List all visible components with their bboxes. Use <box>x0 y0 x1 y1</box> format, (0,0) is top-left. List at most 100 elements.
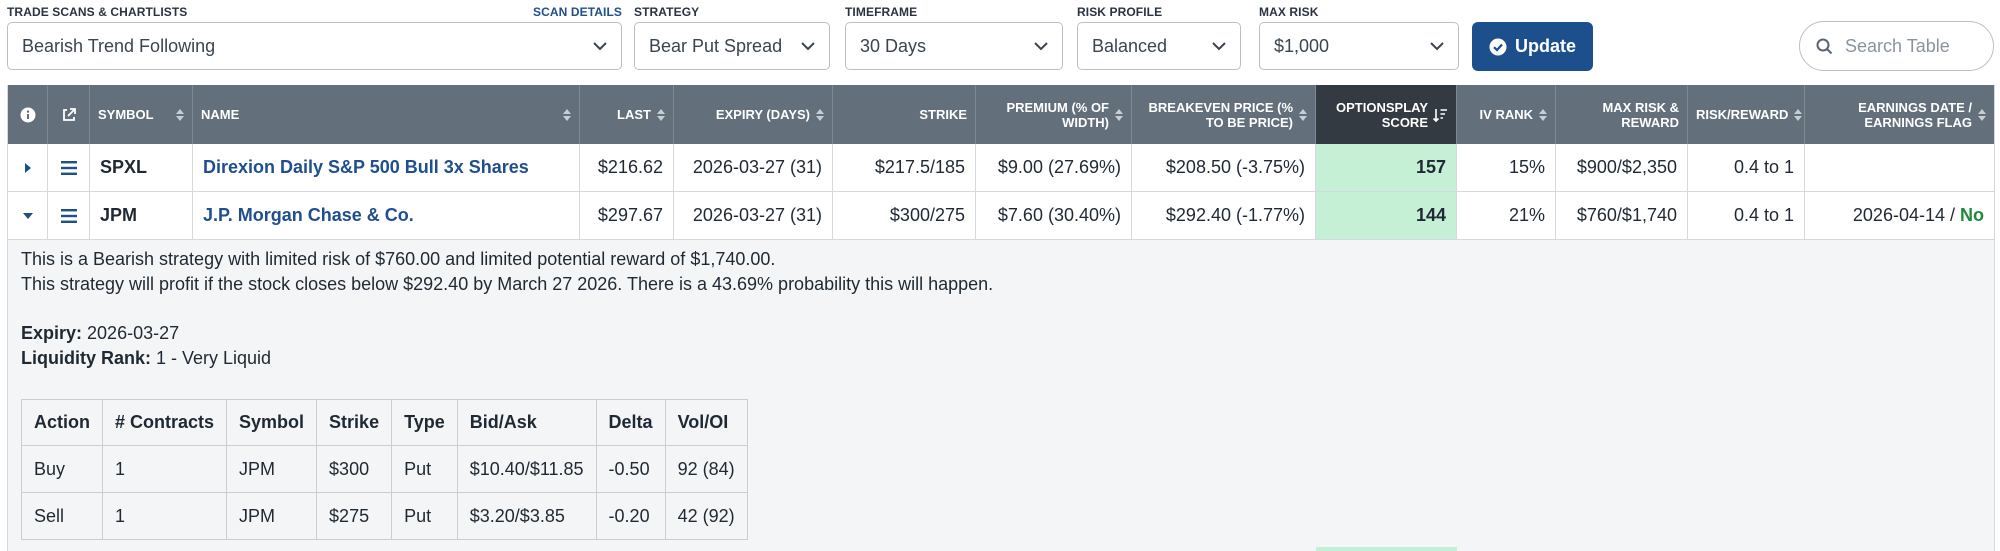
sort-icon <box>1299 108 1307 121</box>
risk-reward-cell: 0.4 to 1 <box>1688 144 1805 191</box>
strategy-filter: Strategy Bear Put Spread <box>634 4 830 70</box>
menu-icon[interactable] <box>48 144 90 191</box>
strike-cell: $217.5/185 <box>833 144 976 191</box>
leg-action: Sell <box>21 492 103 540</box>
risk-reward-cell: 0.4 to 1 <box>1688 192 1805 239</box>
legs-col-type: Type <box>391 399 458 446</box>
symbol-cell: JPM <box>90 192 193 239</box>
last-cell: $297.67 <box>580 192 674 239</box>
expiry-info-label: Expiry: <box>21 323 83 343</box>
premium-cell: $7.60 (30.40%) <box>976 192 1132 239</box>
col-last-label: Last <box>617 107 651 122</box>
chevron-down-icon <box>593 42 607 51</box>
timeframe-value: 30 Days <box>860 35 927 56</box>
results-table: Symbol Name Last Expiry (Days) Strike Pr… <box>7 85 1995 551</box>
sort-icon <box>563 108 571 121</box>
col-risk-reward-label: Risk/Reward <box>1696 107 1789 122</box>
update-button[interactable]: Update <box>1472 22 1593 71</box>
table-row[interactable]: JPM J.P. Morgan Chase & Co. $297.67 2026… <box>8 192 1994 240</box>
name-link[interactable]: Direxion Daily S&P 500 Bull 3x Shares <box>203 157 529 178</box>
breakeven-cell: $208.50 (-3.75%) <box>1132 144 1316 191</box>
col-premium[interactable]: Premium (% of Width) <box>976 85 1132 144</box>
leg-type: Put <box>391 445 458 493</box>
strategy-value: Bear Put Spread <box>649 35 783 56</box>
strategy-summary-line-1: This is a Bearish strategy with limited … <box>21 249 776 269</box>
col-earnings[interactable]: Earnings Date / Earnings Flag <box>1805 85 1994 144</box>
max-risk-filter: Max Risk $1,000 <box>1259 4 1459 70</box>
scan-label: Trade Scans & Chartlists <box>7 5 188 19</box>
col-strike-label: Strike <box>919 107 967 122</box>
col-breakeven[interactable]: Breakeven Price (% to be Price) <box>1132 85 1316 144</box>
chevron-down-icon <box>1430 42 1444 51</box>
legs-header-row: Action # Contracts Symbol Strike Type Bi… <box>21 399 748 446</box>
max-risk-reward-cell: $760/$1,740 <box>1556 192 1688 239</box>
liquidity-info: Liquidity Rank: 1 - Very Liquid <box>21 348 271 369</box>
sort-icon <box>176 108 184 121</box>
table-header: Symbol Name Last Expiry (Days) Strike Pr… <box>8 85 1994 144</box>
col-symbol[interactable]: Symbol <box>90 85 193 144</box>
search-input[interactable] <box>1843 34 1987 58</box>
expand-toggle[interactable] <box>8 192 48 239</box>
last-cell: $216.62 <box>580 144 674 191</box>
scan-select[interactable]: Bearish Trend Following <box>7 22 622 70</box>
earnings-date: 2026-04-14 <box>1852 205 1945 225</box>
risk-profile-label: Risk Profile <box>1077 5 1163 19</box>
col-score[interactable]: OptionsPlay Score <box>1316 85 1457 144</box>
timeframe-select[interactable]: 30 Days <box>845 22 1063 70</box>
timeframe-label: Timeframe <box>845 5 918 19</box>
liquidity-info-label: Liquidity Rank: <box>21 348 151 368</box>
chevron-down-icon <box>1212 42 1226 51</box>
info-icon[interactable] <box>8 85 48 144</box>
strategy-detail-panel: This is a Bearish strategy with limited … <box>8 240 1994 551</box>
expiry-info: Expiry: 2026-03-27 <box>21 323 179 344</box>
leg-strike: $300 <box>316 445 393 493</box>
earnings-cell <box>1805 144 1994 191</box>
scan-details-link[interactable]: Scan Details <box>533 4 622 20</box>
col-iv-rank[interactable]: IV Rank <box>1457 85 1556 144</box>
liquidity-info-value: 1 - Very Liquid <box>151 348 272 368</box>
col-symbol-label: Symbol <box>98 107 154 122</box>
col-premium-label: Premium (% of Width) <box>1006 99 1109 130</box>
legs-col-delta: Delta <box>595 399 666 446</box>
legs-col-action: Action <box>21 399 103 446</box>
caret-down-icon <box>22 212 33 219</box>
col-last[interactable]: Last <box>580 85 674 144</box>
sort-icon <box>1539 108 1547 121</box>
menu-icon[interactable] <box>48 192 90 239</box>
legs-col-vol-oi: Vol/OI <box>664 399 748 446</box>
search-box[interactable] <box>1799 21 1994 71</box>
expiry-cell: 2026-03-27 (31) <box>674 144 833 191</box>
update-label: Update <box>1514 36 1576 56</box>
search-icon <box>1816 38 1833 54</box>
table-row[interactable]: SPXL Direxion Daily S&P 500 Bull 3x Shar… <box>8 144 1994 192</box>
max-risk-select[interactable]: $1,000 <box>1259 22 1459 70</box>
expand-toggle[interactable] <box>8 144 48 191</box>
breakeven-cell: $292.40 (-1.77%) <box>1132 192 1316 239</box>
leg-contracts: 1 <box>101 492 228 540</box>
earnings-flag: No <box>1960 205 1984 225</box>
col-risk-reward[interactable]: Risk/Reward <box>1688 85 1805 144</box>
score-cell: 157 <box>1316 144 1457 191</box>
sort-icon <box>1794 108 1803 121</box>
scan-value: Bearish Trend Following <box>22 35 216 56</box>
risk-profile-select[interactable]: Balanced <box>1077 22 1241 70</box>
col-expiry[interactable]: Expiry (Days) <box>674 85 833 144</box>
leg-delta: -0.50 <box>595 445 666 493</box>
legs-col-strike: Strike <box>316 399 393 446</box>
col-max-risk-reward[interactable]: Max Risk & Reward <box>1556 85 1688 144</box>
col-strike[interactable]: Strike <box>833 85 976 144</box>
col-name[interactable]: Name <box>193 85 580 144</box>
name-cell: J.P. Morgan Chase & Co. <box>193 192 580 239</box>
leg-vol-oi: 42 (92) <box>664 492 748 540</box>
name-link[interactable]: J.P. Morgan Chase & Co. <box>203 205 414 226</box>
col-max-risk-reward-label: Max Risk & Reward <box>1602 99 1679 130</box>
iv-rank-cell: 21% <box>1457 192 1556 239</box>
expiry-info-value: 2026-03-27 <box>82 323 180 343</box>
external-link-icon[interactable] <box>48 85 90 144</box>
score-cell: 144 <box>1316 192 1457 239</box>
strategy-select[interactable]: Bear Put Spread <box>634 22 830 70</box>
expiry-cell: 2026-03-27 (31) <box>674 192 833 239</box>
legs-row: Buy 1 JPM $300 Put $10.40/$11.85 -0.50 9… <box>21 445 748 493</box>
leg-delta: -0.20 <box>595 492 666 540</box>
leg-vol-oi: 92 (84) <box>664 445 748 493</box>
